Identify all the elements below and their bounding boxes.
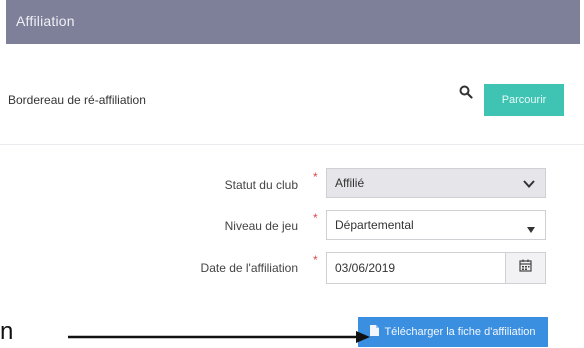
game-level-select[interactable]: Départemental <box>326 210 546 240</box>
affiliation-date-value: 03/06/2019 <box>335 261 396 275</box>
download-form-label: Télécharger la fiche d'affiliation <box>384 326 536 338</box>
affiliation-date-label: Date de l'affiliation <box>200 261 298 275</box>
calendar-button[interactable] <box>506 252 546 284</box>
file-icon <box>370 325 380 339</box>
section-divider <box>0 144 584 145</box>
club-status-select[interactable]: Affilié <box>326 168 546 198</box>
required-marker: * <box>313 253 318 267</box>
cropped-text-fragment: n <box>0 318 12 345</box>
page-header: Affiliation <box>6 0 580 44</box>
required-marker: * <box>313 211 318 225</box>
search-icon[interactable] <box>458 84 474 100</box>
page-title: Affiliation <box>16 13 75 29</box>
download-form-button[interactable]: Télécharger la fiche d'affiliation <box>358 317 548 347</box>
caret-down-icon <box>527 222 535 236</box>
browse-button[interactable]: Parcourir <box>484 84 564 116</box>
club-status-label: Statut du club <box>224 178 298 192</box>
required-marker: * <box>313 170 318 184</box>
chevron-down-icon <box>523 178 535 192</box>
affiliation-date-input[interactable]: 03/06/2019 <box>326 252 506 284</box>
game-level-value: Départemental <box>335 218 414 232</box>
calendar-icon <box>519 259 532 277</box>
club-status-value: Affilié <box>335 176 365 190</box>
game-level-label: Niveau de jeu <box>224 219 298 233</box>
arrow-right-icon <box>68 330 370 348</box>
reaffiliation-label: Bordereau de ré-affiliation <box>8 93 146 107</box>
